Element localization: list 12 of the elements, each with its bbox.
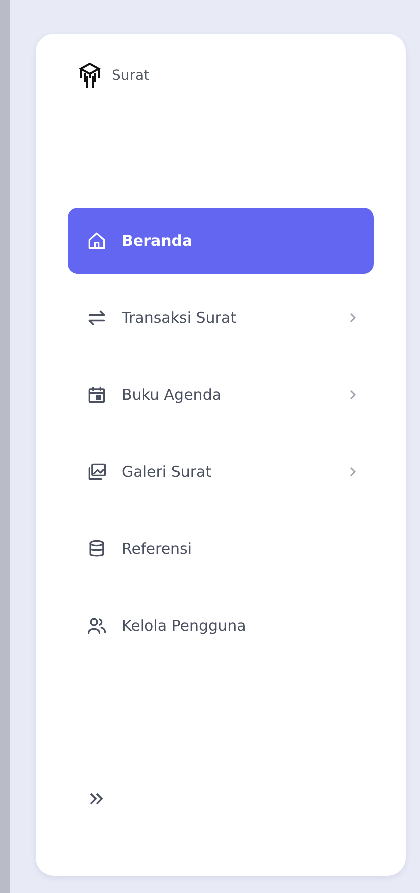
double-chevron-icon[interactable] — [89, 792, 105, 806]
nav-item[interactable]: Galeri Surat — [68, 439, 374, 505]
calendar-icon — [86, 384, 108, 406]
home-icon — [86, 230, 108, 252]
nav-item[interactable]: Kelola Pengguna — [68, 593, 374, 659]
cube-logo-icon — [78, 62, 102, 90]
app-name: Surat — [112, 68, 150, 84]
nav-item[interactable]: Buku Agenda — [68, 362, 374, 428]
nav-item[interactable]: Beranda — [68, 208, 374, 274]
nav-item[interactable]: Referensi — [68, 516, 374, 582]
gallery-icon — [86, 461, 108, 483]
nav-item[interactable]: Transaksi Surat — [68, 285, 374, 351]
